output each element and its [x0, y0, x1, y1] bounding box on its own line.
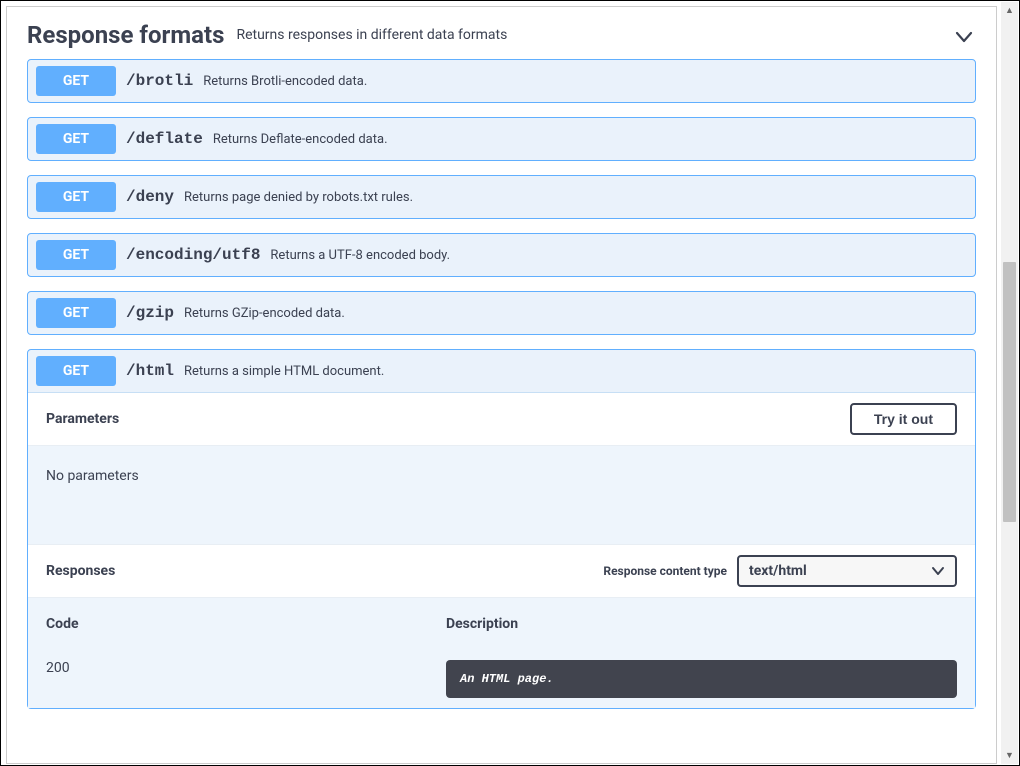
endpoint-path: /gzip [126, 304, 174, 322]
content-type-label: Response content type [603, 564, 727, 578]
api-section: Response formats Returns responses in di… [6, 6, 997, 764]
content-type-select[interactable]: text/html [737, 555, 957, 587]
section-subtitle: Returns responses in different data form… [236, 27, 507, 43]
window-frame: Response formats Returns responses in di… [0, 0, 1020, 766]
endpoint-row[interactable]: GET /gzip Returns GZip-encoded data. [27, 291, 976, 335]
content-type-wrap: Response content type text/html [603, 555, 957, 587]
scrollbar-thumb[interactable] [1003, 262, 1016, 522]
section-title: Response formats [27, 21, 224, 49]
scrollbar-up-icon[interactable]: ▲ [1001, 2, 1018, 19]
method-badge: GET [36, 240, 116, 270]
responses-label: Responses [46, 563, 115, 579]
endpoint-path: /deny [126, 188, 174, 206]
endpoint-row[interactable]: GET /deflate Returns Deflate-encoded dat… [27, 117, 976, 161]
endpoint-row[interactable]: GET /encoding/utf8 Returns a UTF-8 encod… [27, 233, 976, 277]
content-area: Response formats Returns responses in di… [2, 2, 1001, 764]
chevron-down-icon[interactable] [954, 27, 974, 47]
endpoint-path: /deflate [126, 130, 203, 148]
parameters-label: Parameters [46, 411, 119, 427]
endpoint-description: Returns GZip-encoded data. [184, 306, 345, 321]
endpoint-description: Returns Brotli-encoded data. [203, 74, 367, 89]
scrollbar-down-icon[interactable]: ▼ [1001, 747, 1018, 764]
endpoint-description: Returns a simple HTML document. [184, 364, 384, 379]
parameters-bar: Parameters Try it out [28, 393, 975, 446]
endpoint-path: /brotli [126, 72, 193, 90]
endpoint-body: Parameters Try it out No parameters Resp… [28, 392, 975, 708]
method-badge: GET [36, 66, 116, 96]
method-badge: GET [36, 356, 116, 386]
endpoint-row[interactable]: GET /brotli Returns Brotli-encoded data. [27, 59, 976, 103]
chevron-down-icon [931, 564, 945, 578]
method-badge: GET [36, 182, 116, 212]
code-header: Code [46, 616, 446, 632]
response-code: 200 [46, 660, 446, 698]
responses-bar: Responses Response content type text/htm… [28, 544, 975, 598]
endpoint-row[interactable]: GET /deny Returns page denied by robots.… [27, 175, 976, 219]
method-badge: GET [36, 298, 116, 328]
response-table: Code Description 200 An HTML page. [28, 598, 975, 708]
response-header-row: Code Description [46, 616, 957, 632]
content-type-value: text/html [749, 563, 807, 579]
response-data-row: 200 An HTML page. [46, 660, 957, 698]
endpoint-description: Returns Deflate-encoded data. [213, 132, 388, 147]
endpoint-description: Returns page denied by robots.txt rules. [184, 190, 413, 205]
scrollbar-vertical[interactable]: ▲ ▼ [1001, 2, 1018, 764]
response-description: An HTML page. [446, 660, 957, 698]
try-it-out-button[interactable]: Try it out [850, 403, 957, 435]
endpoint-path: /html [126, 362, 174, 380]
description-header: Description [446, 616, 957, 632]
method-badge: GET [36, 124, 116, 154]
no-parameters-text: No parameters [28, 446, 975, 544]
endpoint-summary[interactable]: GET /html Returns a simple HTML document… [28, 350, 975, 392]
endpoint-description: Returns a UTF-8 encoded body. [270, 248, 450, 263]
section-header[interactable]: Response formats Returns responses in di… [7, 7, 996, 59]
response-body-preview: An HTML page. [446, 660, 957, 698]
endpoint-path: /encoding/utf8 [126, 246, 260, 264]
endpoint-row-expanded: GET /html Returns a simple HTML document… [27, 349, 976, 709]
